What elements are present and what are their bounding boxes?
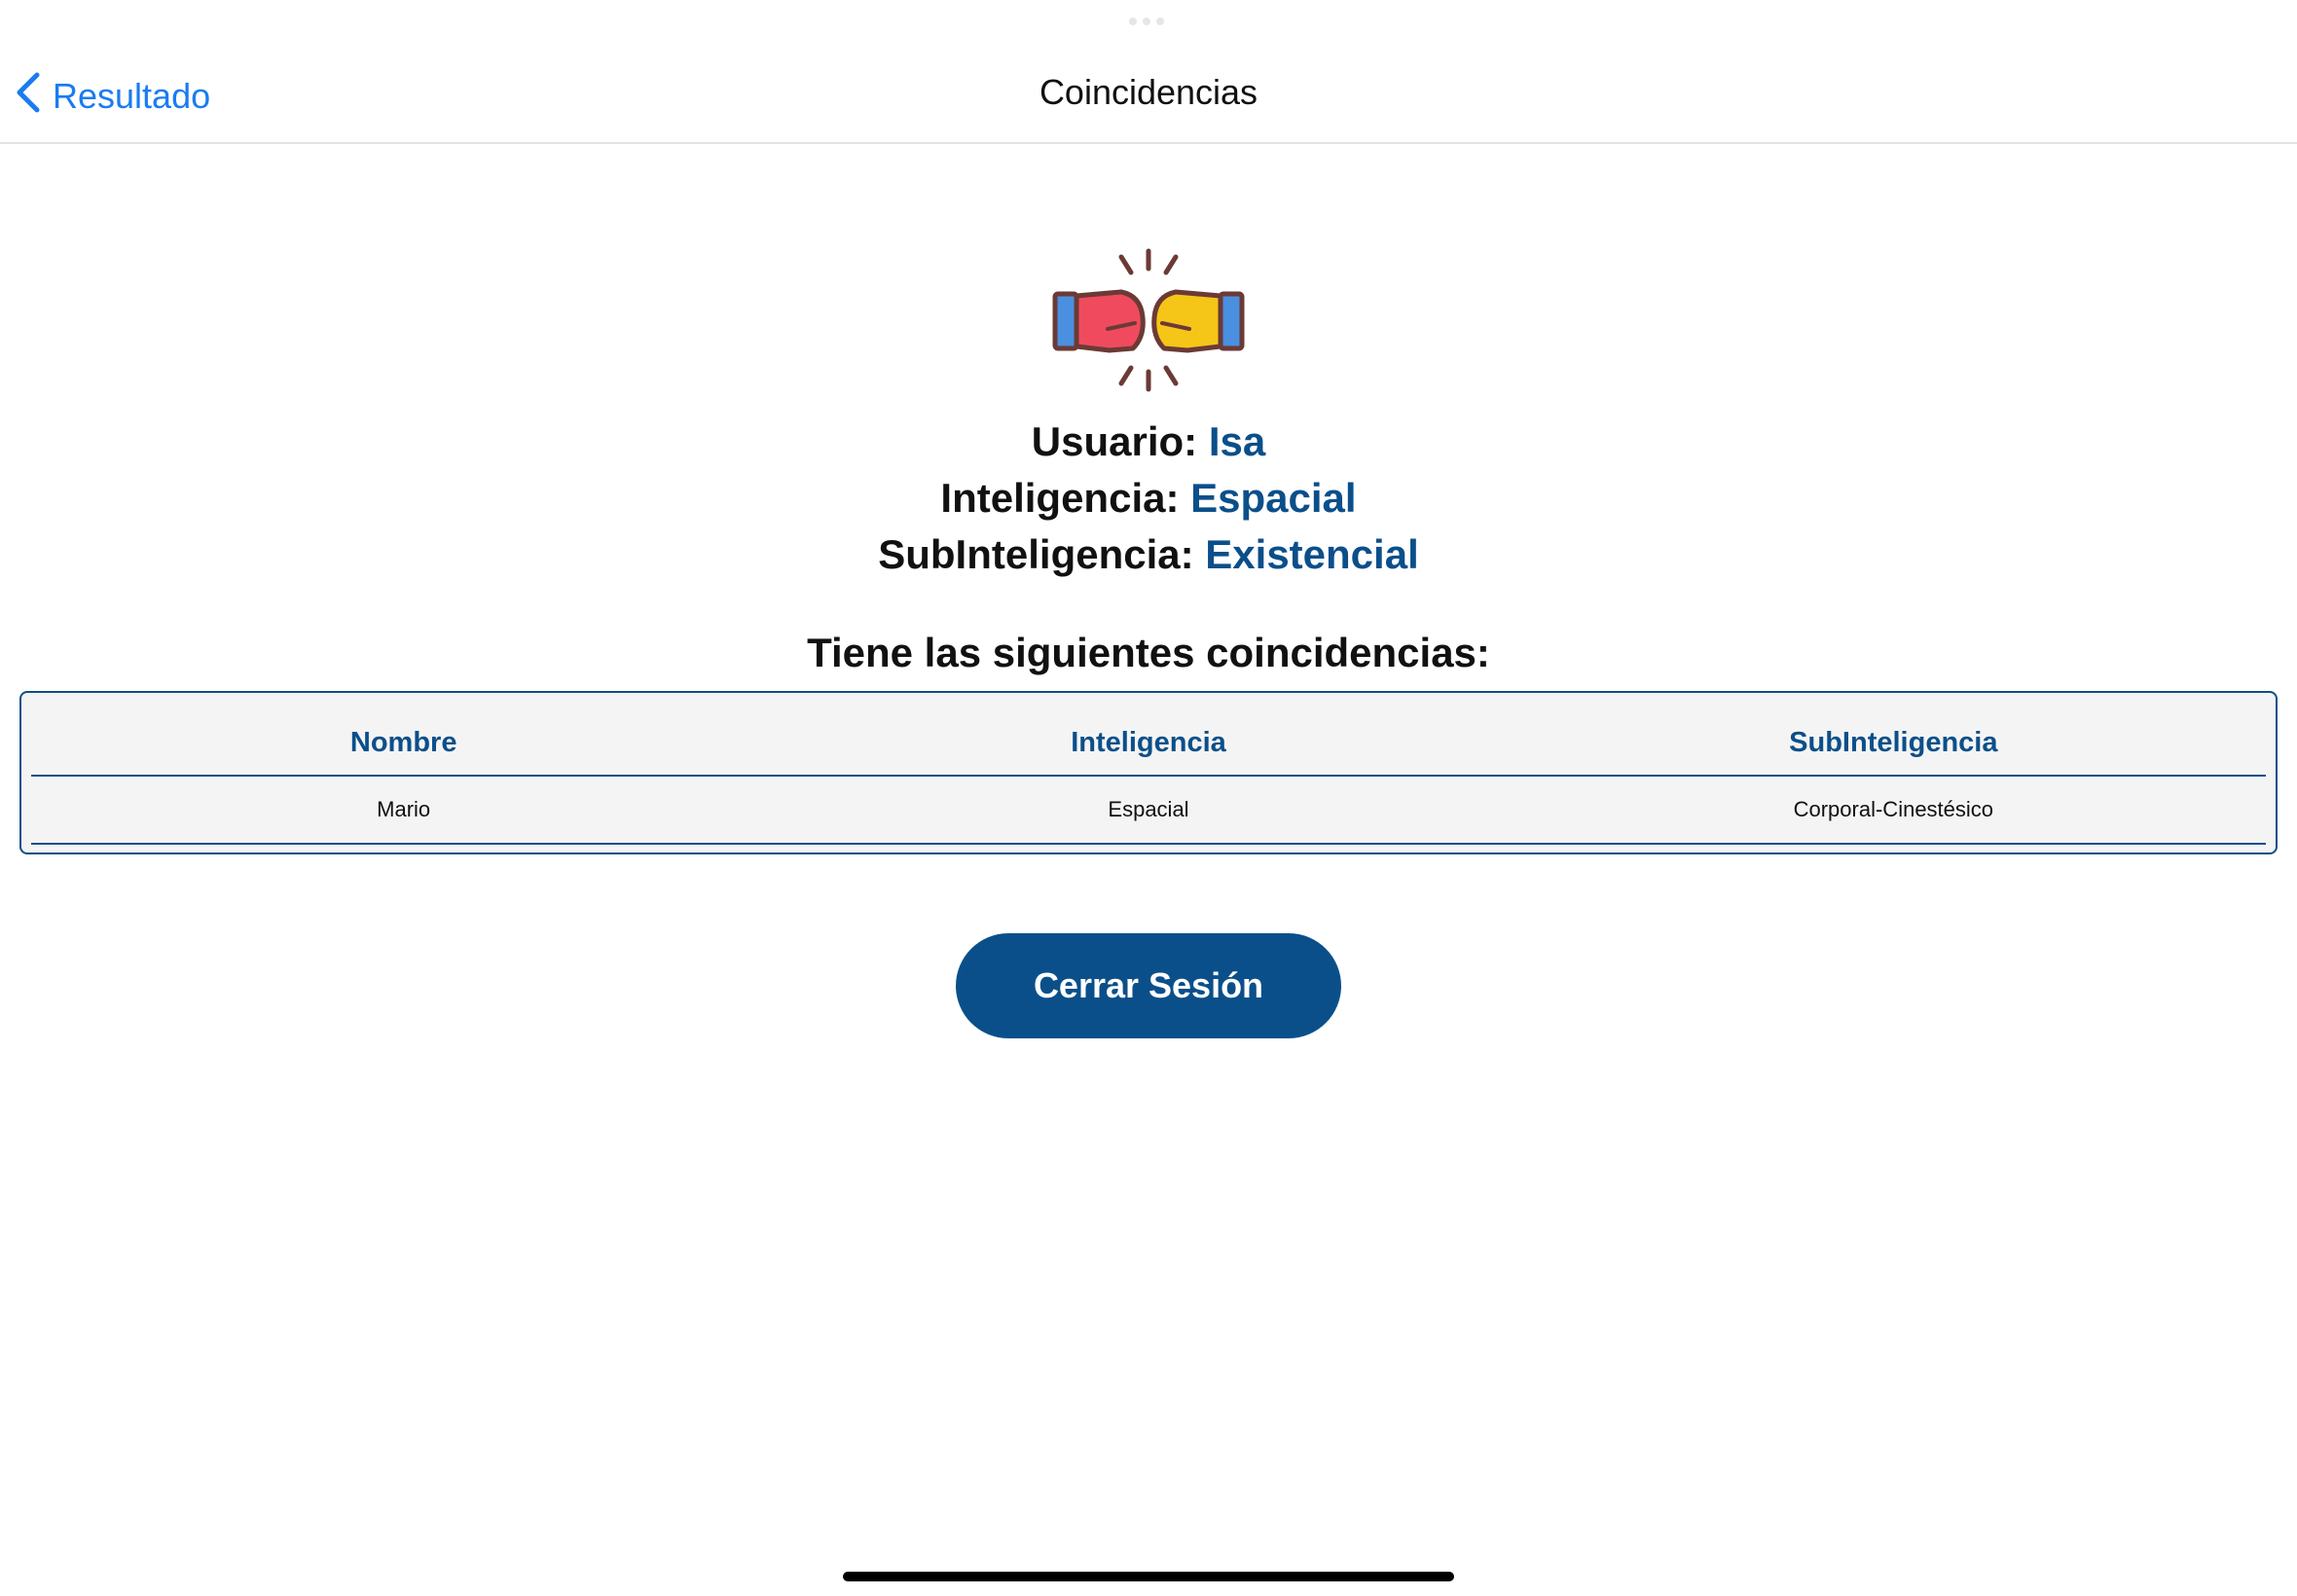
table-row[interactable]: Mario Espacial Corporal-Cinestésico	[31, 777, 2266, 845]
column-header-subinteligencia: SubInteligencia	[1789, 726, 1998, 758]
subintelligence-value: Existencial	[1205, 531, 1419, 577]
cell-subinteligencia: Corporal-Cinestésico	[1793, 797, 1994, 821]
logout-button[interactable]: Cerrar Sesión	[956, 933, 1341, 1038]
matches-table: Nombre Inteligencia SubInteligencia Mari…	[19, 691, 2278, 854]
table-header: Nombre Inteligencia SubInteligencia	[31, 693, 2266, 777]
intelligence-label: Inteligencia:	[940, 475, 1180, 521]
subintelligence-label: SubInteligencia:	[878, 531, 1194, 577]
matches-heading: Tiene las siguientes coincidencias:	[807, 630, 1490, 675]
profile-summary: Usuario: Isa Inteligencia: Espacial SubI…	[0, 414, 2297, 583]
home-indicator[interactable]	[843, 1572, 1454, 1581]
intelligence-line: Inteligencia: Espacial	[0, 470, 2297, 526]
navigation-bar: Resultado Coincidencias	[0, 0, 2297, 144]
column-header-nombre: Nombre	[349, 726, 457, 758]
app-screen: Resultado Coincidencias Usuario: Isa Int…	[0, 0, 2297, 1596]
fist-bump-icon	[1051, 247, 1246, 393]
page-title: Coincidencias	[1039, 72, 1258, 112]
user-value: Isa	[1208, 418, 1266, 464]
column-header-inteligencia: Inteligencia	[1071, 726, 1226, 758]
user-label: Usuario:	[1031, 418, 1198, 464]
subintelligence-line: SubInteligencia: Existencial	[0, 526, 2297, 583]
user-line: Usuario: Isa	[0, 414, 2297, 470]
intelligence-value: Espacial	[1190, 475, 1357, 521]
cell-nombre: Mario	[377, 797, 431, 821]
cell-inteligencia: Espacial	[1108, 797, 1189, 821]
